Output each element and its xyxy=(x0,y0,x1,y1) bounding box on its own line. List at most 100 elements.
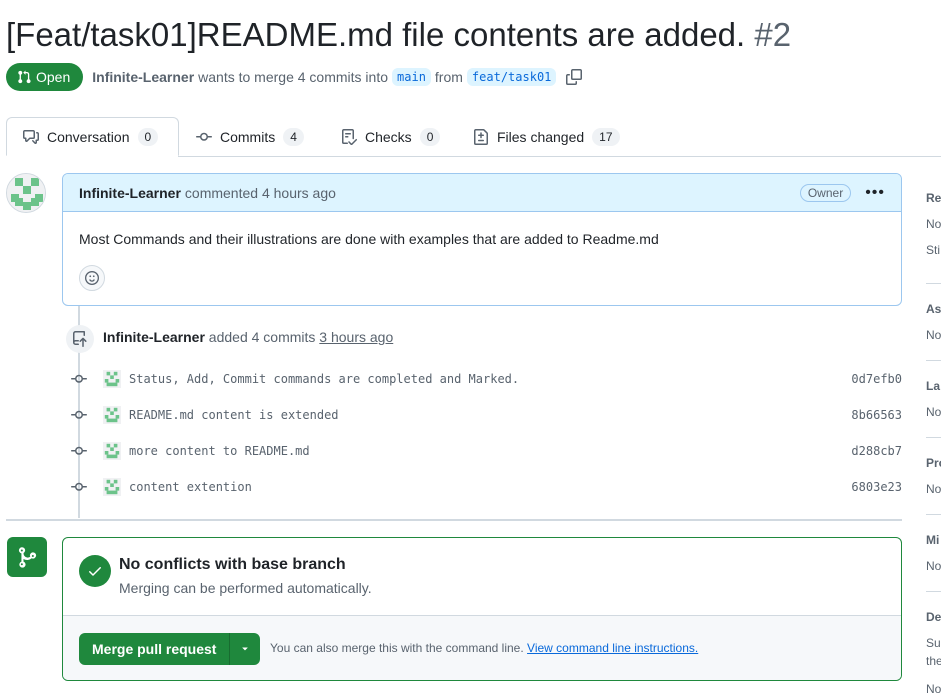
pull-request-icon xyxy=(18,70,31,84)
head-branch[interactable]: feat/task01 xyxy=(466,68,557,86)
event-author[interactable]: Infinite-Learner xyxy=(103,329,205,345)
tab-commits[interactable]: Commits 4 xyxy=(196,117,304,156)
tab-checks-label: Checks xyxy=(365,128,412,145)
sidebar-heading-projects[interactable]: Pro xyxy=(926,456,941,470)
sidebar-text: Sti xyxy=(926,243,941,257)
sidebar-text: Suc xyxy=(926,636,941,650)
sidebar-text: No xyxy=(926,682,941,696)
comment-discussion-icon xyxy=(23,129,39,144)
sidebar-text: No xyxy=(926,217,941,231)
copy-icon[interactable] xyxy=(566,69,583,85)
tab-files-changed-label: Files changed xyxy=(497,128,585,145)
sidebar-heading-milestone[interactable]: Mi xyxy=(926,533,939,547)
pr-sidebar: Re No Sti As No La No Pro No Mi No De Su… xyxy=(918,186,941,698)
merge-hint-text: You can also merge this with the command… xyxy=(270,641,524,655)
avatar[interactable] xyxy=(103,370,121,388)
comment-timestamp[interactable]: commented 4 hours ago xyxy=(185,185,336,201)
sidebar-divider xyxy=(926,360,941,361)
commit-icon xyxy=(70,407,88,423)
tab-files-changed-count: 17 xyxy=(592,127,620,146)
sidebar-divider xyxy=(926,283,941,284)
sidebar-heading-labels[interactable]: La xyxy=(926,379,940,393)
command-line-instructions-link[interactable]: View command line instructions. xyxy=(527,641,698,655)
check-circle-icon xyxy=(79,555,111,587)
sidebar-text: No xyxy=(926,405,941,419)
tab-files-changed[interactable]: Files changed 17 xyxy=(473,117,620,156)
from-text: from xyxy=(434,69,463,85)
state-label: Open xyxy=(36,69,71,85)
tab-checks-count: 0 xyxy=(419,127,441,146)
tab-commits-count: 4 xyxy=(283,127,304,146)
merge-options-dropdown[interactable] xyxy=(230,633,260,665)
comment-box: Infinite-Learner commented 4 hours ago O… xyxy=(62,173,902,306)
add-reaction-button[interactable] xyxy=(79,265,105,291)
commits-event: Infinite-Learner added 4 commits 3 hours… xyxy=(103,329,393,345)
sidebar-heading-assignees[interactable]: As xyxy=(926,302,941,316)
commit-message[interactable]: Status, Add, Commit commands are complet… xyxy=(129,372,519,386)
commit-icon xyxy=(70,443,88,459)
merge-status-title: No conflicts with base branch xyxy=(119,556,346,573)
tabs-underline xyxy=(178,156,941,157)
repo-push-icon xyxy=(66,325,94,353)
commit-message[interactable]: more content to README.md xyxy=(129,444,310,458)
tab-checks[interactable]: Checks 0 xyxy=(341,117,441,156)
merge-text: wants to merge 4 commits into xyxy=(198,69,389,85)
owner-badge: Owner xyxy=(799,183,852,202)
sidebar-divider xyxy=(926,514,941,515)
triangle-down-icon xyxy=(242,647,249,651)
avatar[interactable] xyxy=(103,442,121,460)
merge-pull-request-button[interactable]: Merge pull request xyxy=(79,633,231,665)
commit-sha[interactable]: 8b66563 xyxy=(851,408,902,422)
tab-conversation[interactable]: Conversation 0 xyxy=(6,117,179,156)
tab-commits-label: Commits xyxy=(220,128,276,145)
commit-icon xyxy=(196,132,212,141)
sidebar-heading-reviewers[interactable]: Re xyxy=(926,191,941,205)
kebab-menu-icon[interactable]: ••• xyxy=(865,184,885,202)
commit-row: more content to README.md d288cb7 xyxy=(70,439,902,463)
tab-conversation-count: 0 xyxy=(137,127,159,146)
state-badge: Open xyxy=(6,63,84,91)
merge-box: No conflicts with base branch Merging ca… xyxy=(62,537,902,681)
commit-row: content extention 6803e23 xyxy=(70,475,902,499)
commit-message[interactable]: content extention xyxy=(129,480,252,494)
pr-title-text: [Feat/task01]README.md file contents are… xyxy=(6,16,746,53)
commit-icon xyxy=(70,371,88,387)
merge-status-subtitle: Merging can be performed automatically. xyxy=(119,580,372,596)
avatar[interactable] xyxy=(6,173,46,213)
base-branch[interactable]: main xyxy=(392,68,431,86)
sidebar-text: the xyxy=(926,654,941,668)
tab-conversation-label: Conversation xyxy=(47,128,130,145)
merge-footer: Merge pull request You can also merge th… xyxy=(63,615,901,680)
git-merge-icon xyxy=(7,537,47,577)
event-action: added 4 commits xyxy=(208,329,316,345)
merge-hint: You can also merge this with the command… xyxy=(270,641,698,655)
commit-sha[interactable]: 6803e23 xyxy=(851,480,902,494)
sidebar-divider xyxy=(926,437,941,438)
avatar[interactable] xyxy=(103,406,121,424)
pr-author-link[interactable]: Infinite-Learner xyxy=(92,69,194,85)
comment-body: Most Commands and their illustrations ar… xyxy=(79,231,659,247)
event-time[interactable]: 3 hours ago xyxy=(319,329,393,345)
comment-author[interactable]: Infinite-Learner xyxy=(79,185,181,201)
smiley-icon xyxy=(85,271,99,285)
sidebar-text: No xyxy=(926,482,941,496)
sidebar-divider xyxy=(926,591,941,592)
checklist-icon xyxy=(342,128,357,145)
merge-button-group: Merge pull request xyxy=(79,633,261,665)
commit-sha[interactable]: d288cb7 xyxy=(851,444,902,458)
pr-meta: Open Infinite-Learner wants to merge 4 c… xyxy=(6,63,583,91)
commit-row: README.md content is extended 8b66563 xyxy=(70,403,902,427)
sidebar-text: No xyxy=(926,559,941,573)
commit-sha[interactable]: 0d7efb0 xyxy=(851,372,902,386)
commit-message[interactable]: README.md content is extended xyxy=(129,408,339,422)
commit-row: Status, Add, Commit commands are complet… xyxy=(70,367,902,391)
avatar[interactable] xyxy=(103,478,121,496)
pr-title: [Feat/task01]README.md file contents are… xyxy=(6,14,791,56)
commit-icon xyxy=(70,479,88,495)
sidebar-heading-development[interactable]: De xyxy=(926,610,941,624)
timeline-divider xyxy=(6,519,902,521)
pr-tabs: Conversation 0 Commits 4 Checks 0 Files … xyxy=(0,117,941,157)
sidebar-text: No xyxy=(926,328,941,342)
comment-header: Infinite-Learner commented 4 hours ago O… xyxy=(63,174,901,212)
pr-number: #2 xyxy=(754,16,792,53)
